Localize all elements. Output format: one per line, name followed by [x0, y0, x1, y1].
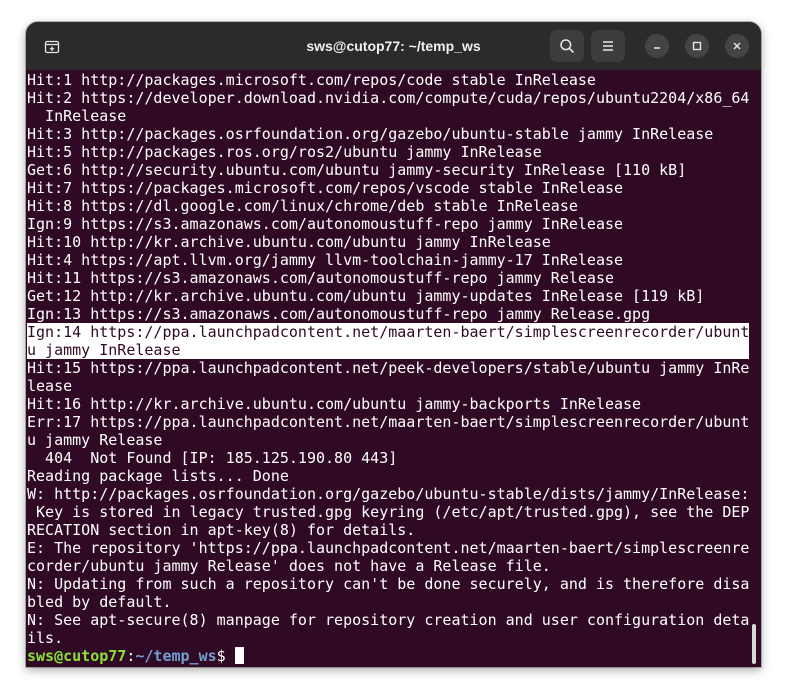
terminal-line: Hit:8 https://dl.google.com/linux/chrome…	[27, 197, 578, 215]
prompt-user-host: sws@cutop77	[27, 647, 127, 665]
terminal-line: Hit:11 https://s3.amazonaws.com/autonomo…	[27, 269, 614, 287]
terminal-line: u jammy Release	[27, 431, 163, 449]
terminal-line: bled by default.	[27, 593, 172, 611]
terminal-line: Hit:7 https://packages.microsoft.com/rep…	[27, 179, 624, 197]
terminal-line: Hit:5 http://packages.ros.org/ros2/ubunt…	[27, 143, 542, 161]
new-tab-button[interactable]	[34, 30, 70, 64]
terminal-line: InRelease	[27, 107, 127, 125]
terminal-line: ils.	[27, 629, 64, 647]
terminal-text: Hit:1 http://packages.microsoft.com/repo…	[27, 71, 749, 665]
terminal-line: Hit:4 https://apt.llvm.org/jammy llvm-to…	[27, 251, 624, 269]
maximize-button[interactable]	[685, 34, 709, 58]
search-button[interactable]	[550, 30, 584, 62]
terminal-window: sws@cutop77: ~/temp_ws Hit:1 http://pack…	[26, 22, 761, 667]
terminal-line: Hit:10 http://kr.archive.ubuntu.com/ubun…	[27, 233, 551, 251]
terminal-line: Get:12 http://kr.archive.ubuntu.com/ubun…	[27, 287, 705, 305]
search-icon	[560, 39, 574, 53]
terminal-line: Ign:9 https://s3.amazonaws.com/autonomou…	[27, 215, 624, 233]
terminal-line: N: See apt-secure(8) manpage for reposit…	[27, 611, 750, 629]
terminal-line: Ign:13 https://s3.amazonaws.com/autonomo…	[27, 305, 651, 323]
terminal-line: Hit:3 http://packages.osrfoundation.org/…	[27, 125, 714, 143]
prompt-symbol: $	[216, 647, 235, 665]
prompt-path: ~/temp_ws	[135, 647, 217, 665]
terminal-line: 404 Not Found [IP: 185.125.190.80 443]	[27, 449, 398, 467]
terminal-line: N: Updating from such a repository can't…	[27, 575, 750, 593]
terminal-line: Get:6 http://security.ubuntu.com/ubuntu …	[27, 161, 687, 179]
terminal-line: Reading package lists... Done	[27, 467, 289, 485]
new-tab-icon	[44, 40, 60, 54]
terminal-line: lease	[27, 377, 73, 395]
close-button[interactable]	[725, 34, 749, 58]
terminal-line-selected: u jammy InRelease	[27, 341, 749, 359]
scrollbar[interactable]	[752, 624, 756, 664]
terminal-line: Hit:16 http://kr.archive.ubuntu.com/ubun…	[27, 395, 642, 413]
terminal-line: Key is stored in legacy trusted.gpg keyr…	[27, 503, 750, 521]
terminal-line: RECATION section in apt-key(8) for detai…	[27, 521, 416, 539]
minimize-button[interactable]	[645, 34, 669, 58]
terminal-line: corder/ubuntu jammy Release' does not ha…	[27, 557, 551, 575]
maximize-icon	[692, 41, 702, 51]
terminal-line: E: The repository 'https://ppa.launchpad…	[27, 539, 750, 557]
minimize-icon	[654, 47, 660, 49]
terminal-line: Hit:2 https://developer.download.nvidia.…	[27, 89, 750, 107]
terminal-output-area[interactable]: Hit:1 http://packages.microsoft.com/repo…	[26, 70, 761, 667]
terminal-line: Hit:15 https://ppa.launchpadcontent.net/…	[27, 359, 750, 377]
shell-prompt[interactable]: sws@cutop77:~/temp_ws$	[27, 647, 749, 665]
terminal-line-selected: Ign:14 https://ppa.launchpadcontent.net/…	[27, 323, 750, 341]
hamburger-menu-icon	[603, 41, 613, 51]
terminal-line: Err:17 https://ppa.launchpadcontent.net/…	[27, 413, 750, 431]
terminal-line: Hit:1 http://packages.microsoft.com/repo…	[27, 71, 596, 89]
terminal-line: W: http://packages.osrfoundation.org/gaz…	[27, 485, 750, 503]
close-icon	[733, 42, 741, 50]
menu-button[interactable]	[591, 30, 625, 62]
title-bar[interactable]: sws@cutop77: ~/temp_ws	[26, 22, 761, 70]
text-cursor	[234, 647, 244, 664]
